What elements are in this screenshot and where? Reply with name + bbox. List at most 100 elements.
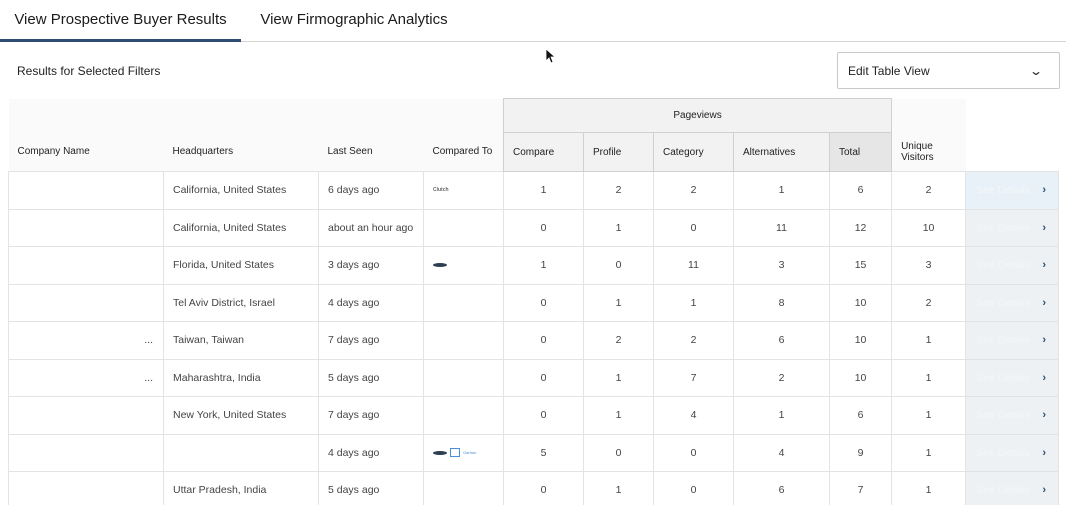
see-details-button[interactable]: See Details › [965,171,1060,210]
see-details-button[interactable]: See Details › [965,433,1060,472]
compare-cell: 0 [503,208,584,247]
oval-logo [433,263,447,268]
see-details-label: See Details [976,484,1030,497]
compare-cell: 0 [503,396,584,435]
total-cell: 12 [828,208,893,247]
see-details-button[interactable]: See Details › [965,321,1060,360]
compared-to-cell [423,283,504,322]
col-header-compared-to[interactable]: Compared To [424,99,504,172]
oval-logo [433,450,447,455]
company-name-cell: ... [8,358,164,397]
see-details-label: See Details [976,221,1030,234]
total-cell: 6 [828,171,893,210]
alternatives-cell: 4 [733,433,830,472]
table-row[interactable]: Tel Aviv District, Israel 4 days ago 0 1 1 8 1… [8,283,1060,322]
col-header-profile[interactable]: Profile [583,132,654,172]
results-table: Company Name Headquarters Last Seen Comp… [8,98,1060,505]
total-cell: 6 [828,396,893,435]
col-header-details [965,98,1059,172]
profile-cell: 1 [583,358,654,397]
see-details-label: See Details [976,371,1030,384]
chevron-right-icon: › [1042,184,1047,196]
col-header-headquarters[interactable]: Headquarters [164,99,319,172]
tab-prospective-buyer-results[interactable]: View Prospective Buyer Results [0,0,241,42]
profile-cell: 1 [583,208,654,247]
see-details-button[interactable]: See Details › [965,396,1060,435]
profile-cell: 2 [583,171,654,210]
headquarters-cell: Tel Aviv District, Israel [163,283,319,322]
compared-to-cell [423,396,504,435]
see-details-button[interactable]: See Details › [965,358,1060,397]
compared-to-cell [423,208,504,247]
category-cell: 0 [653,471,734,505]
table-row[interactable]: Florida, United States 3 days ago 1 0 11 3 15 3… [8,246,1060,285]
category-cell: 0 [653,208,734,247]
col-header-compare[interactable]: Compare [503,132,584,172]
table-row[interactable]: 4 days ago Gartner 5 0 0 4 9 1 See Details › [8,433,1060,472]
chevron-down-icon: ⌄ [1028,64,1044,78]
last-seen-cell: 4 days ago [318,433,424,472]
see-details-label: See Details [976,259,1030,272]
col-header-unique-visitors[interactable]: Unique Visitors [892,99,966,172]
see-details-button[interactable]: See Details › [965,246,1060,285]
table-row[interactable]: California, United States 6 days ago Clutc… [8,171,1060,210]
table-row[interactable]: ... Taiwan, Taiwan 7 days ago 0 2 2 6 10 1 See De… [8,321,1060,360]
col-group-pageviews: Pageviews [502,98,893,133]
headquarters-cell: New York, United States [163,396,319,435]
table-row[interactable]: California, United States about an hour a… [8,208,1060,247]
tab-firmographic-analytics[interactable]: View Firmographic Analytics [241,0,467,42]
see-details-label: See Details [976,184,1030,197]
see-details-button[interactable]: See Details › [965,283,1060,322]
compare-cell: 1 [503,246,584,285]
compared-to-cell [423,471,504,505]
total-cell: 10 [828,321,893,360]
see-details-label: See Details [976,409,1030,422]
compared-to-cell: Gartner [423,433,504,472]
headquarters-cell: California, United States [163,208,319,247]
last-seen-cell: 3 days ago [318,246,424,285]
edit-table-view-label: Edit Table View [848,64,930,78]
company-name-cell [8,433,164,472]
table-row[interactable]: New York, United States 7 days ago 0 1 4 1 6 1 S… [8,396,1060,435]
unique-visitors-cell: 2 [891,171,967,210]
compared-to-cell [423,358,504,397]
last-seen-cell: 7 days ago [318,321,424,360]
chevron-right-icon: › [1042,409,1047,421]
chevron-right-icon: › [1042,221,1047,234]
see-details-button[interactable]: See Details › [965,471,1060,505]
see-details-button[interactable]: See Details › [965,208,1060,247]
compare-cell: 0 [503,471,584,505]
chevron-right-icon: › [1042,484,1047,496]
tab-bar: View Prospective Buyer Results View Firm… [0,0,1066,42]
unique-visitors-cell: 10 [891,208,967,247]
col-header-alternatives[interactable]: Alternatives [733,132,830,172]
unique-visitors-cell: 1 [891,321,967,360]
see-details-label: See Details [976,296,1030,309]
table-row[interactable]: Uttar Pradesh, India 5 days ago 0 1 0 6 7 1 See … [8,471,1060,505]
category-cell: 7 [653,358,734,397]
col-header-total[interactable]: Total [828,132,893,172]
col-header-company-name[interactable]: Company Name [9,99,164,172]
unique-visitors-cell: 1 [891,471,967,505]
last-seen-cell: 5 days ago [318,471,424,505]
chevron-right-icon: › [1042,259,1047,271]
unique-visitors-cell: 1 [891,433,967,472]
compare-cell: 0 [503,283,584,322]
edit-table-view-dropdown[interactable]: Edit Table View ⌄ [837,52,1060,89]
headquarters-cell: Maharashtra, India [163,358,319,397]
company-name-cell [8,208,164,247]
company-name-cell [8,246,164,285]
profile-cell: 0 [583,433,654,472]
compare-cell: 0 [503,321,584,360]
col-header-last-seen[interactable]: Last Seen [319,99,424,172]
col-header-category[interactable]: Category [653,132,734,172]
compared-to-cell: Clutch [423,171,504,210]
company-name-cell [8,396,164,435]
table-row[interactable]: ... Maharashtra, India 5 days ago 0 1 7 2 10 1 Se… [8,358,1060,397]
results-table-container: Company Name Headquarters Last Seen Comp… [8,98,1060,505]
unique-visitors-cell: 3 [891,246,967,285]
profile-cell: 2 [583,321,654,360]
unique-visitors-cell: 1 [891,358,967,397]
company-name-cell [8,471,164,505]
profile-cell: 0 [583,246,654,285]
